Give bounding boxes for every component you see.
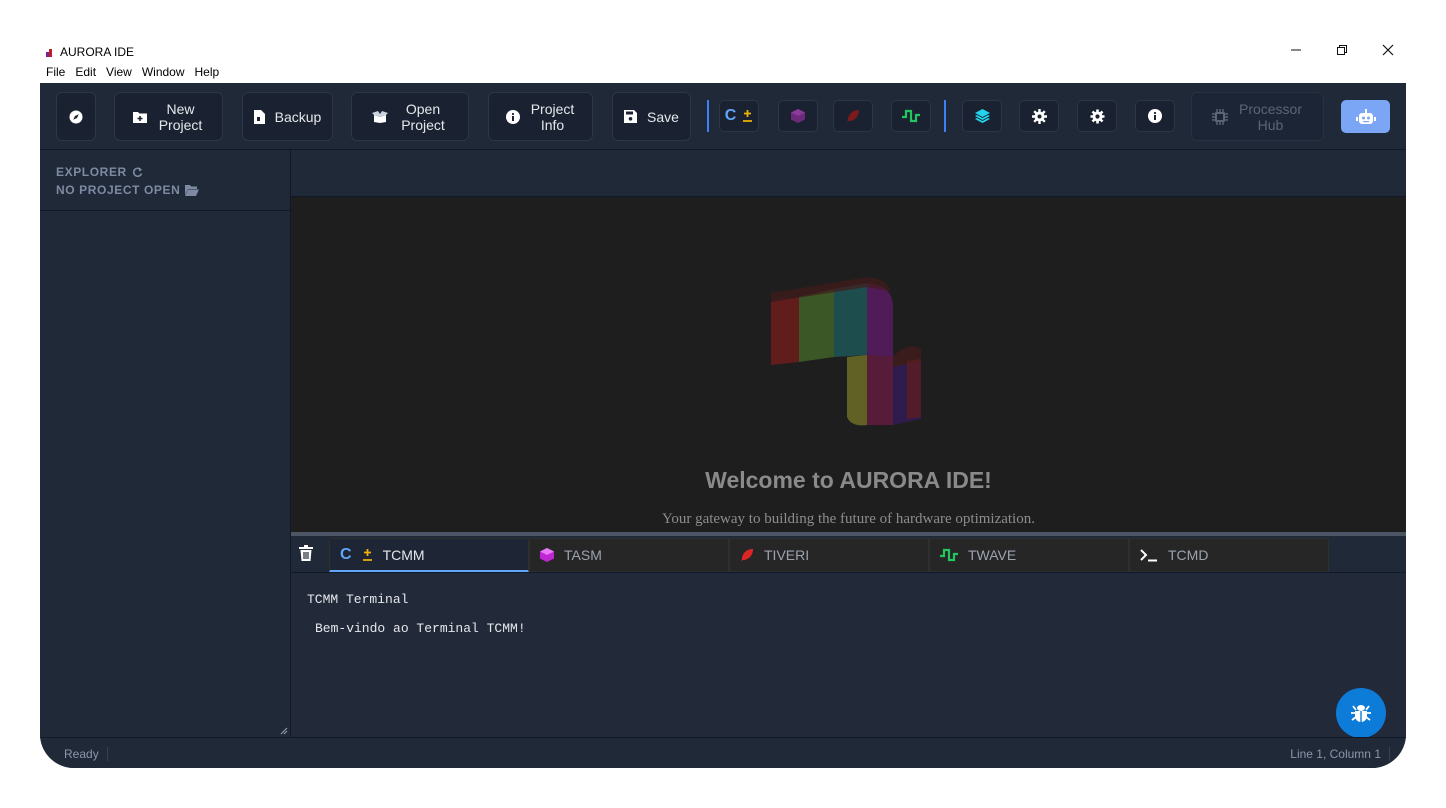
editor-tab-strip [291,150,1406,197]
plus-minus-icon [743,110,753,122]
menu-edit[interactable]: Edit [75,65,96,79]
welcome-title: Welcome to AURORA IDE! [705,467,992,493]
new-project-button[interactable]: New Project [114,92,223,141]
app-icon [46,47,54,57]
feather-icon [741,549,753,561]
layers-icon [974,108,990,123]
info-circle-icon [505,109,520,124]
info-icon [1148,109,1162,123]
status-ready: Ready [64,747,108,761]
bug-icon [1351,705,1371,722]
c-letter-icon: C [340,545,352,563]
backup-button[interactable]: Backup [242,92,333,141]
tab-twave-label: TWAVE [968,547,1017,563]
gear-icon [1090,109,1104,123]
tab-tasm[interactable]: TASM [529,538,729,572]
project-info-label: Project Info [530,100,575,133]
close-icon [1382,44,1394,56]
toolbar-separator [707,100,709,132]
robot-icon [1355,108,1376,124]
compass-icon [69,110,83,123]
plus-minus-icon [362,548,372,561]
minimize-button[interactable] [1286,40,1306,60]
tab-tcmd-label: TCMD [1168,547,1209,563]
cube-icon [540,548,554,562]
file-plus-icon [132,111,147,123]
terminal-tab-strip: C TCMM TASM TIVERI TWAVE TCMD [291,536,1406,573]
tab-tiveri-label: TIVERI [764,547,810,563]
no-project-row: NO PROJECT OPEN [56,181,274,199]
processor-hub-label: Processor Hub [1238,100,1303,133]
menu-file[interactable]: File [46,65,65,79]
trash-icon[interactable] [299,545,313,561]
about-button[interactable] [1135,100,1175,132]
toolbar-separator-2 [944,100,946,132]
settings-button[interactable] [1077,100,1117,132]
wave-viewer-button[interactable] [891,100,931,132]
tab-tcmm[interactable]: C TCMM [329,538,529,572]
window-controls [1286,40,1398,60]
floppy-disk-icon [624,110,638,123]
toolbar: New Project Backup Open Project Project … [40,83,1406,150]
open-box-icon [372,110,388,123]
welcome-panel: Welcome to AURORA IDE! Your gateway to b… [291,197,1406,532]
backup-label: Backup [274,108,322,125]
save-label: Save [647,108,679,125]
tab-tasm-label: TASM [564,547,602,563]
cog-wheel-icon [1031,108,1047,124]
tab-tcmm-label: TCMM [382,546,425,563]
cursor-position: Line 1, Column 1 [1290,747,1390,761]
explorer-label: EXPLORER [56,165,127,179]
chip-icon [1211,108,1228,125]
terminal-prompt-icon [1140,549,1157,562]
cube-icon [791,109,805,123]
menu-window[interactable]: Window [142,65,185,79]
status-bar: Ready Line 1, Column 1 [40,737,1406,768]
explorer-title-row: EXPLORER [56,163,274,181]
app-window: New Project Backup Open Project Project … [40,83,1406,768]
restore-icon [1337,45,1347,55]
open-project-button[interactable]: Open Project [351,92,469,141]
folder-open-icon[interactable] [185,184,200,196]
menu-view[interactable]: View [106,65,132,79]
tab-tcmd[interactable]: TCMD [1129,538,1329,572]
wave-signal-icon [940,548,958,562]
explorer-header: EXPLORER NO PROJECT OPEN [40,150,290,211]
terminal-output[interactable]: TCMM Terminal Bem-vindo ao Terminal TCMM… [291,573,1406,737]
compass-button[interactable] [56,92,96,141]
cmm-compiler-button[interactable]: C [719,100,759,132]
terminal-line: TCMM Terminal [307,592,409,607]
tab-tiveri[interactable]: TIVERI [729,538,929,572]
window-title-bar: AURORA IDE [46,43,134,61]
window-title: AURORA IDE [60,45,135,59]
menu-bar: File Edit View Window Help [46,65,219,79]
restore-button[interactable] [1332,40,1352,60]
aurora-logo [771,277,921,426]
explorer-sidebar: EXPLORER NO PROJECT OPEN [40,150,291,737]
terminal-line: Bem-vindo ao Terminal TCMM! [315,621,526,636]
wave-signal-icon [902,109,920,123]
c-letter-icon: C [724,107,737,124]
sidebar-resize-handle[interactable] [280,727,288,735]
refresh-icon[interactable] [132,167,143,178]
new-project-label: New Project [158,100,203,133]
archive-file-icon [253,109,265,124]
no-project-label: NO PROJECT OPEN [56,183,181,197]
verilog-compiler-button[interactable] [833,100,873,132]
minimize-icon [1291,49,1301,51]
processor-hub-button[interactable]: Processor Hub [1191,92,1324,141]
tab-twave[interactable]: TWAVE [929,538,1129,572]
project-info-button[interactable]: Project Info [488,92,593,141]
debug-button[interactable] [1336,688,1386,738]
menu-help[interactable]: Help [195,65,220,79]
asm-compiler-button[interactable] [778,100,818,132]
ai-assistant-button[interactable] [1341,100,1390,133]
save-button[interactable]: Save [612,92,691,141]
processor-settings-button[interactable] [1019,100,1059,132]
feather-icon [847,110,859,122]
welcome-subtitle: Your gateway to building the future of h… [662,511,1035,527]
layers-button[interactable] [962,100,1002,132]
close-button[interactable] [1378,40,1398,60]
open-project-label: Open Project [401,100,445,133]
